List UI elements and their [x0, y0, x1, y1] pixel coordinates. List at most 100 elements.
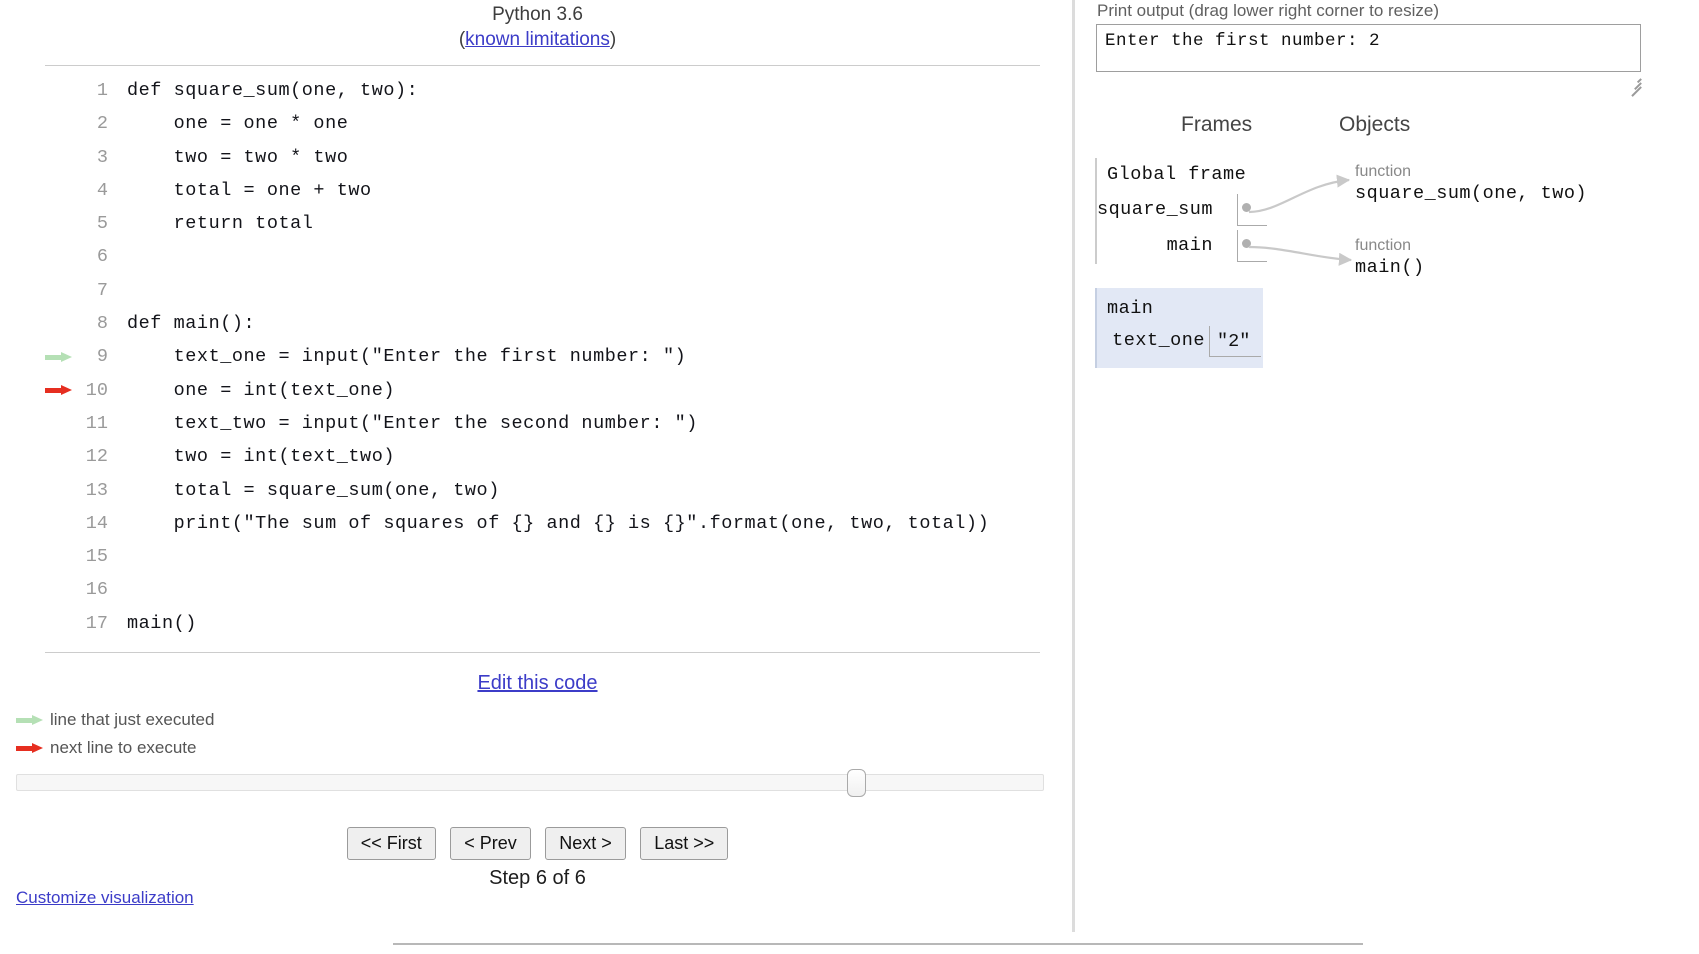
global-var-row-main: main [1097, 228, 1275, 264]
code-line-5[interactable]: 5 return total [0, 207, 1060, 240]
code-line-4[interactable]: 4 total = one + two [0, 174, 1060, 207]
step-slider-handle[interactable] [847, 769, 866, 797]
active-var-row-text-one: text_one "2" [1097, 324, 1263, 358]
last-step-button[interactable]: Last >> [640, 827, 729, 860]
legend-label-next: next line to execute [50, 737, 197, 757]
code-line-text: total = one + two [127, 179, 372, 201]
global-var-cell-square-sum [1237, 194, 1267, 226]
code-line-text: one = int(text_one) [127, 379, 395, 401]
edit-this-code-link[interactable]: Edit this code [477, 672, 597, 694]
object-function-square-sum: function square_sum(one, two) [1355, 162, 1587, 206]
object-function-main: function main() [1355, 236, 1425, 280]
code-line-3[interactable]: 3 two = two * two [0, 141, 1060, 174]
legend-row-next: next line to execute [16, 733, 436, 761]
code-line-number: 1 [96, 80, 108, 101]
print-output-label: Print output (drag lower right corner to… [1097, 1, 1440, 20]
object-signature-label: square_sum(one, two) [1355, 183, 1588, 204]
active-var-value-text-one: "2" [1217, 331, 1251, 352]
vertical-divider [1072, 0, 1075, 932]
code-line-15[interactable]: 15 [0, 540, 1060, 573]
code-line-number: 16 [85, 579, 108, 601]
code-top-divider [45, 65, 1040, 66]
step-slider-track[interactable] [16, 774, 1044, 791]
code-line-number: 2 [96, 113, 108, 135]
customize-visualization-wrapper: Customize visualization [16, 888, 194, 908]
code-line-number: 3 [96, 146, 108, 168]
global-var-name-square-sum: square_sum [1096, 199, 1213, 220]
code-line-6[interactable]: 6 [0, 240, 1060, 273]
code-line-number: 13 [85, 479, 108, 501]
python-version-header: Python 3.6 (known limitations) [0, 2, 1075, 52]
object-type-label: function [1355, 237, 1412, 254]
code-line-number: 6 [96, 246, 108, 268]
step-counter-label: Step 6 of 6 [489, 867, 586, 889]
active-var-cell-text-one: "2" [1209, 326, 1261, 357]
code-line-number: 12 [85, 446, 108, 468]
resize-handle-icon[interactable] [1627, 75, 1642, 97]
known-limitations-link[interactable]: known limitations [465, 29, 610, 50]
column-headers: Frames Objects [1085, 113, 1699, 143]
legend-label-executed: line that just executed [50, 709, 215, 729]
code-line-text: two = two * two [127, 146, 349, 168]
code-line-13[interactable]: 13 total = square_sum(one, two) [0, 474, 1060, 507]
step-navigation-buttons: << First < Prev Next > Last >> [0, 827, 1075, 860]
paren-close: ) [609, 29, 617, 50]
objects-column-header: Objects [1339, 113, 1411, 136]
code-line-number: 15 [85, 546, 108, 568]
code-line-7[interactable]: 7 [0, 274, 1060, 307]
code-line-text: text_one = input("Enter the first number… [127, 346, 687, 368]
code-line-10[interactable]: 10 one = int(text_one) [0, 374, 1060, 407]
code-line-17[interactable]: 17 main() [0, 607, 1060, 640]
code-line-11[interactable]: 11 text_two = input("Enter the second nu… [0, 407, 1060, 440]
code-line-number: 8 [96, 313, 108, 335]
next-step-button[interactable]: Next > [545, 827, 626, 860]
code-line-number: 14 [85, 512, 108, 534]
active-frame-title: main [1107, 298, 1154, 319]
code-line-9[interactable]: 9 text_one = input("Enter the first numb… [0, 340, 1060, 373]
code-line-text: total = square_sum(one, two) [127, 479, 500, 501]
code-line-text: two = int(text_two) [127, 446, 395, 468]
code-bottom-divider [45, 652, 1040, 653]
code-line-1[interactable]: 1 def square_sum(one, two): [0, 74, 1060, 107]
code-line-text: def square_sum(one, two): [127, 80, 419, 101]
code-line-8[interactable]: 8 def main(): [0, 307, 1060, 340]
code-line-number: 10 [85, 379, 108, 401]
edit-code-wrapper: Edit this code [0, 672, 1075, 695]
print-output-textarea[interactable]: Enter the first number: 2 [1096, 24, 1641, 72]
frames-column-header: Frames [1181, 113, 1253, 136]
green-arrow-icon [16, 706, 46, 734]
code-line-number: 17 [85, 612, 108, 634]
code-listing: 1 def square_sum(one, two): 2 one = one * … [0, 74, 1060, 640]
frames-column: Global frame square_sum main [1095, 158, 1395, 264]
code-line-text: text_two = input("Enter the second numbe… [127, 412, 698, 434]
object-signature-label: main() [1355, 257, 1425, 278]
code-line-number: 11 [85, 412, 108, 434]
python-tutor-visualizer: Python 3.6 (known limitations) 1 def squa… [0, 0, 1699, 954]
code-line-2[interactable]: 2 one = one * one [0, 107, 1060, 140]
red-arrow-icon [16, 734, 46, 762]
code-line-text: return total [127, 213, 314, 235]
code-line-number: 7 [96, 279, 108, 301]
code-line-number: 9 [96, 346, 108, 368]
global-frame-title: Global frame [1107, 164, 1247, 185]
code-pane: Python 3.6 (known limitations) 1 def squa… [0, 0, 1075, 954]
code-line-text: def main(): [127, 313, 256, 335]
active-var-name-text-one: text_one [1112, 330, 1205, 351]
visualization-pane: Print output (drag lower right corner to… [1085, 0, 1699, 954]
prev-step-button[interactable]: < Prev [450, 827, 531, 860]
code-line-12[interactable]: 12 two = int(text_two) [0, 440, 1060, 473]
pointer-dot-icon [1242, 203, 1251, 212]
global-var-name-main: main [1166, 235, 1213, 256]
code-line-16[interactable]: 16 [0, 573, 1060, 606]
object-type-label: function [1355, 163, 1412, 180]
global-var-cell-main [1237, 230, 1267, 262]
page-bottom-divider [393, 943, 1363, 945]
code-line-text: one = one * one [127, 113, 349, 135]
code-line-number: 5 [96, 213, 108, 235]
code-line-text: print("The sum of squares of {} and {} i… [127, 512, 990, 534]
known-limitations-line: (known limitations) [0, 27, 1075, 52]
python-version-label: Python 3.6 [492, 4, 583, 25]
first-step-button[interactable]: << First [346, 827, 436, 860]
customize-visualization-link[interactable]: Customize visualization [16, 888, 194, 907]
code-line-14[interactable]: 14 print("The sum of squares of {} and {… [0, 507, 1060, 540]
